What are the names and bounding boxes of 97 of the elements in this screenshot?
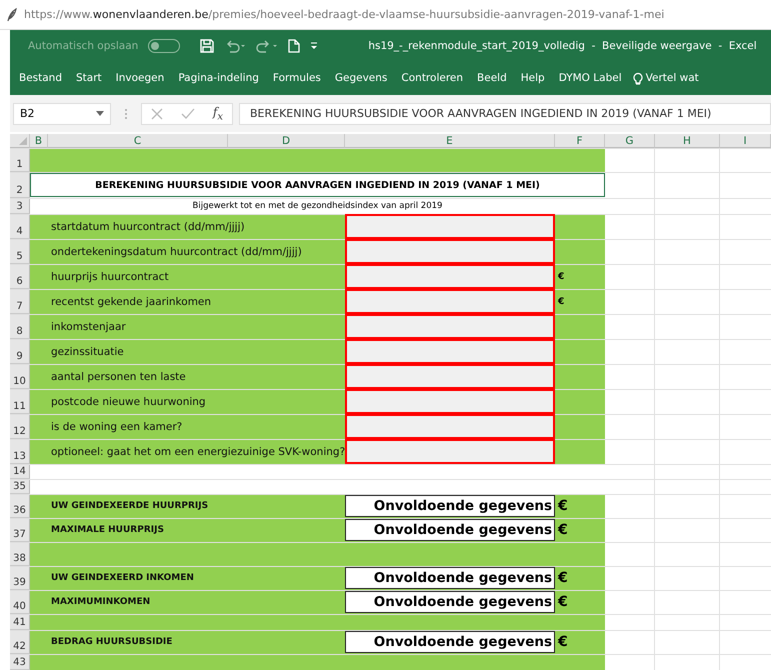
ribbon-tab[interactable]: DYMO Label (552, 72, 629, 84)
row-header[interactable]: 4 (10, 215, 30, 239)
field-label: aantal personen ten laste (50, 370, 187, 382)
autosave-toggle[interactable] (148, 39, 180, 53)
input-field[interactable] (345, 314, 555, 339)
currency-symbol: € (557, 272, 566, 282)
row-header[interactable]: 38 (10, 543, 30, 566)
subtitle-text: Bijgewerkt tot en met de gezondheidsindex van april 2019 (192, 201, 444, 211)
result-label: MAXIMUMINKOMEN (50, 597, 152, 607)
column-header[interactable]: G (605, 134, 655, 148)
row-header[interactable]: 13 (10, 440, 30, 464)
input-field[interactable] (345, 414, 555, 439)
cancel-icon[interactable] (150, 108, 163, 120)
row-header[interactable]: 41 (10, 615, 30, 630)
row-header[interactable]: 8 (10, 315, 30, 339)
field-label: recentst gekende jaarinkomen (50, 296, 212, 308)
leaf-icon (6, 8, 18, 22)
input-field[interactable] (345, 239, 555, 264)
input-field[interactable] (345, 214, 555, 239)
row-header[interactable]: 9 (10, 340, 30, 364)
field-label: postcode nieuwe huurwoning (50, 396, 207, 408)
window-title: hs19_-_rekenmodule_start_2019_volledig - Beveiligde weergave - Excel (368, 40, 757, 52)
tell-me-field[interactable]: Vertel wat (628, 70, 699, 84)
redo-icon[interactable] (256, 39, 278, 53)
save-icon[interactable] (200, 39, 214, 53)
input-field[interactable] (345, 389, 555, 414)
result-cell: Onvoldoende gegevens (345, 631, 555, 653)
column-header[interactable]: H (655, 134, 720, 148)
field-label: optioneel: gaat het om een energiezuinige SVK-woning? (50, 446, 345, 458)
row-header[interactable]: 6 (10, 265, 30, 289)
field-label: gezinssituatie (50, 346, 125, 358)
input-field[interactable] (345, 364, 555, 389)
ribbon-tab[interactable]: Invoegen (108, 72, 172, 84)
column-header[interactable]: D (228, 134, 345, 148)
ribbon-tab[interactable]: Controleren (394, 72, 470, 84)
row-header[interactable]: 11 (10, 390, 30, 414)
column-header[interactable]: C (48, 134, 228, 148)
currency-symbol: € (556, 498, 569, 514)
url-text[interactable]: https://www.wonenvlaanderen.be/premies/hoeveel-bedraagt-de-vlaamse-huursubsidie-aanvragen-2019-vanaf-1-mei (24, 8, 664, 21)
column-header[interactable]: E (345, 134, 555, 148)
insert-function-button[interactable]: f$_{x}$ (212, 104, 224, 122)
row-header[interactable]: 42 (10, 631, 30, 654)
row-header[interactable]: 5 (10, 240, 30, 264)
title-cell: BEREKENING HUURSUBSIDIE VOOR AANVRAGEN INGEDIEND IN 2019 (VANAF 1 MEI) (30, 173, 605, 197)
row-header[interactable]: 14 (10, 465, 30, 479)
row-header[interactable]: 35 (10, 480, 30, 494)
ribbon-tab[interactable]: Formules (266, 72, 328, 84)
result-cell: Onvoldoende gegevens (345, 495, 555, 517)
field-label: inkomstenjaar (50, 320, 127, 332)
row-header[interactable]: 40 (10, 591, 30, 614)
row-header[interactable]: 10 (10, 365, 30, 389)
input-field[interactable] (345, 339, 555, 364)
result-cell: Onvoldoende gegevens (345, 519, 555, 541)
row-header[interactable]: 3 (10, 199, 30, 214)
currency-symbol: € (556, 594, 569, 610)
currency-symbol: € (557, 296, 566, 306)
column-header[interactable]: B (30, 134, 48, 148)
column-header[interactable]: I (720, 134, 771, 148)
row-header[interactable]: 37 (10, 519, 30, 542)
autosave-label: Automatisch opslaan (28, 40, 138, 52)
row-header[interactable]: 36 (10, 495, 30, 518)
field-label: is de woning een kamer? (50, 420, 184, 432)
checkmark-icon[interactable] (180, 108, 195, 120)
currency-symbol: € (556, 634, 569, 650)
row-header[interactable]: 2 (10, 173, 30, 198)
input-field[interactable] (345, 439, 555, 464)
field-label: startdatum huurcontract (dd/mm/jjjj) (50, 220, 246, 232)
ribbon-tab[interactable]: Pagina-indeling (171, 72, 266, 84)
input-field[interactable] (345, 264, 555, 289)
result-label: BEDRAG HUURSUBSIDIE (50, 637, 174, 647)
ribbon-tab[interactable]: Gegevens (328, 72, 394, 84)
ribbon-tab[interactable]: Bestand (12, 72, 70, 84)
result-label: UW GEINDEXEERD INKOMEN (50, 573, 195, 583)
row-header[interactable]: 7 (10, 290, 30, 314)
formula-field[interactable]: BEREKENING HUURSUBSIDIE VOOR AANVRAGEN INGEDIEND IN 2019 (VANAF 1 MEI) (239, 102, 771, 124)
row-header[interactable]: 39 (10, 567, 30, 590)
result-label: UW GEINDEXEERDE HUURPRIJS (50, 501, 210, 511)
row-header[interactable]: 12 (10, 415, 30, 439)
result-cell: Onvoldoende gegevens (345, 567, 555, 589)
field-label: huurprijs huurcontract (50, 270, 170, 282)
result-label: MAXIMALE HUURPRIJS (50, 525, 165, 535)
new-document-icon[interactable] (288, 39, 300, 53)
ribbon-tab[interactable]: Start (69, 72, 109, 84)
customize-caret-icon[interactable] (310, 42, 318, 50)
ribbon-tab[interactable]: Beeld (470, 72, 514, 84)
lightbulb-icon (632, 70, 643, 84)
currency-symbol: € (556, 522, 569, 538)
column-header[interactable]: F (555, 134, 605, 148)
dropdown-caret-icon (96, 111, 104, 116)
input-field[interactable] (345, 289, 555, 314)
field-label: ondertekeningsdatum huurcontract (dd/mm/jjjj) (50, 246, 303, 258)
result-cell: Onvoldoende gegevens (345, 591, 555, 613)
currency-symbol: € (556, 570, 569, 586)
ribbon-tab[interactable]: Help (514, 72, 552, 84)
row-header[interactable]: 1 (10, 149, 30, 172)
row-header[interactable]: 43 (10, 655, 30, 670)
name-box[interactable]: B2 (13, 102, 111, 124)
